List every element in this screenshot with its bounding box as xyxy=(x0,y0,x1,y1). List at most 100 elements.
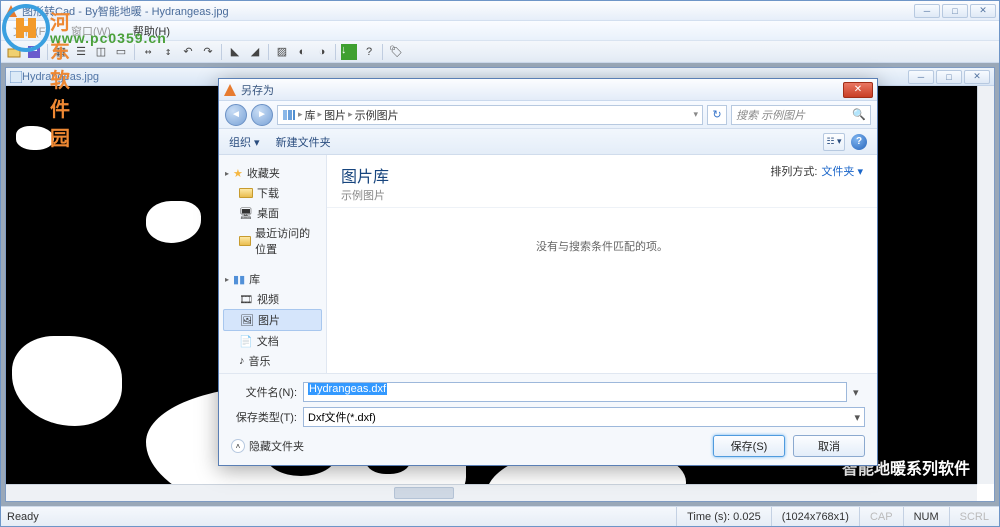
main-title-text: 图形转Cad - By智能地暖 - Hydrangeas.jpg xyxy=(22,3,914,19)
dialog-sidebar: ▸★收藏夹 下载 🖥桌面 最近访问的位置 ▸▮▮库 🎞视频 🖼图片 📄文档 ♪音… xyxy=(219,155,327,373)
save-icon[interactable] xyxy=(25,43,43,61)
library-icon xyxy=(282,109,296,121)
save-as-dialog: 另存为 ✕ ◄ ► ▸ 库 ▸ 图片 ▸ 示例图片 ▾ ↻ 搜索 示例图片 🔍 … xyxy=(218,78,878,466)
dialog-help-button[interactable]: ? xyxy=(851,134,867,150)
brightness-icon[interactable]: ◐ xyxy=(293,43,311,61)
select-icon[interactable]: ▭ xyxy=(112,43,130,61)
menu-file[interactable]: 文件(F) xyxy=(7,22,55,40)
breadcrumb-sep: ▸ xyxy=(298,109,303,120)
organize-menu[interactable]: 组织 ▾ xyxy=(229,134,260,150)
dialog-body: ▸★收藏夹 下载 🖥桌面 最近访问的位置 ▸▮▮库 🎞视频 🖼图片 📄文档 ♪音… xyxy=(219,155,877,373)
sort-label: 排列方式: xyxy=(770,163,817,179)
breadcrumb-sep: ▸ xyxy=(348,109,353,120)
flip-h-icon[interactable]: ◫ xyxy=(92,43,110,61)
nav-back-button[interactable]: ◄ xyxy=(225,104,247,126)
breadcrumb[interactable]: ▸ 库 ▸ 图片 ▸ 示例图片 ▾ xyxy=(277,105,703,125)
horizontal-scrollbar[interactable] xyxy=(6,484,977,501)
sort-value[interactable]: 文件夹 ▾ xyxy=(821,163,863,179)
rotate-ccw-icon[interactable]: ↶ xyxy=(179,43,197,61)
main-maximize-button[interactable]: □ xyxy=(942,4,968,18)
triangle-down-right-icon[interactable]: ◢ xyxy=(246,43,264,61)
folder-icon xyxy=(239,188,253,198)
toolbar-separator xyxy=(47,44,48,60)
hide-folders-toggle[interactable]: ˄ 隐藏文件夹 xyxy=(231,438,304,454)
new-folder-button[interactable]: 新建文件夹 xyxy=(276,134,331,150)
desktop-icon: 🖥 xyxy=(239,207,253,220)
hatch-icon[interactable]: ▨ xyxy=(273,43,291,61)
video-icon: 🎞 xyxy=(239,293,253,306)
sidebar-item-music[interactable]: ♪音乐 xyxy=(223,351,322,371)
list-icon[interactable]: ☰ xyxy=(72,43,90,61)
cancel-button[interactable]: 取消 xyxy=(793,435,865,457)
arrows-h-icon[interactable]: ↔ xyxy=(139,43,157,61)
search-icon: 🔍 xyxy=(852,108,866,121)
filename-input[interactable]: Hydrangeas.dxf xyxy=(303,382,847,402)
star-icon: ★ xyxy=(233,167,243,180)
status-cap: CAP xyxy=(859,507,903,526)
sidebar-favorites-header[interactable]: ▸★收藏夹 xyxy=(223,163,322,183)
library-header: 图片库 示例图片 排列方式: 文件夹 ▾ xyxy=(327,155,877,208)
filetype-combo[interactable]: Dxf文件(*.dxf) ▾ xyxy=(303,407,865,427)
folder-icon xyxy=(239,236,251,246)
breadcrumb-dropdown-icon[interactable]: ▾ xyxy=(693,109,698,120)
contrast-icon[interactable]: ◑ xyxy=(313,43,331,61)
dialog-icon xyxy=(223,83,237,97)
library-subtitle: 示例图片 xyxy=(341,187,389,203)
nav-forward-button[interactable]: ► xyxy=(251,104,273,126)
arrows-v-icon[interactable]: ↕ xyxy=(159,43,177,61)
picture-icon: 🖼 xyxy=(240,314,254,327)
filename-dropdown-icon[interactable]: ▾ xyxy=(853,386,865,399)
status-bar: Ready Time (s): 0.025 (1024x768x1) CAP N… xyxy=(1,506,999,526)
sidebar-item-desktop[interactable]: 🖥桌面 xyxy=(223,203,322,223)
image-blob xyxy=(12,336,122,426)
sidebar-item-pictures[interactable]: 🖼图片 xyxy=(223,309,322,331)
sidebar-libraries-header[interactable]: ▸▮▮库 xyxy=(223,269,322,289)
image-blob xyxy=(16,126,54,150)
breadcrumb-part[interactable]: 图片 xyxy=(324,107,346,123)
open-icon[interactable] xyxy=(5,43,23,61)
tag-icon[interactable]: 🏷 xyxy=(387,43,405,61)
doc-maximize-button[interactable]: □ xyxy=(936,70,962,84)
filetype-label: 保存类型(T): xyxy=(231,409,297,425)
status-dimensions: (1024x768x1) xyxy=(771,507,859,526)
search-placeholder: 搜索 示例图片 xyxy=(736,107,805,123)
app-icon xyxy=(4,4,18,18)
triangle-down-left-icon[interactable]: ◣ xyxy=(226,43,244,61)
scrollbar-thumb[interactable] xyxy=(394,487,454,499)
dialog-bottom-panel: 文件名(N): Hydrangeas.dxf ▾ 保存类型(T): Dxf文件(… xyxy=(219,373,877,465)
filename-label: 文件名(N): xyxy=(231,384,297,400)
view-mode-button[interactable]: ☷ ▾ xyxy=(823,133,845,151)
dialog-close-button[interactable]: ✕ xyxy=(843,82,873,98)
menu-help[interactable]: 帮助(H) xyxy=(127,22,176,40)
toolbar-separator xyxy=(268,44,269,60)
breadcrumb-part[interactable]: 库 xyxy=(305,107,316,123)
toolbar-separator xyxy=(134,44,135,60)
main-title-bar: 图形转Cad - By智能地暖 - Hydrangeas.jpg ─ □ ✕ xyxy=(1,1,999,21)
sidebar-item-recent[interactable]: 最近访问的位置 xyxy=(223,223,322,259)
export-icon[interactable]: ↓ xyxy=(340,43,358,61)
doc-minimize-button[interactable]: ─ xyxy=(908,70,934,84)
help-icon[interactable]: ? xyxy=(360,43,378,61)
image-file-icon xyxy=(10,71,22,83)
search-input[interactable]: 搜索 示例图片 🔍 xyxy=(731,105,871,125)
main-close-button[interactable]: ✕ xyxy=(970,4,996,18)
rotate-cw-icon[interactable]: ↷ xyxy=(199,43,217,61)
main-minimize-button[interactable]: ─ xyxy=(914,4,940,18)
sort-control[interactable]: 排列方式: 文件夹 ▾ xyxy=(770,163,863,179)
doc-close-button[interactable]: ✕ xyxy=(964,70,990,84)
empty-results-message: 没有与搜索条件匹配的项。 xyxy=(327,208,877,373)
dialog-main-pane: 图片库 示例图片 排列方式: 文件夹 ▾ 没有与搜索条件匹配的项。 xyxy=(327,155,877,373)
grid-icon[interactable]: ▦ xyxy=(52,43,70,61)
dialog-nav-bar: ◄ ► ▸ 库 ▸ 图片 ▸ 示例图片 ▾ ↻ 搜索 示例图片 🔍 xyxy=(219,101,877,129)
save-button[interactable]: 保存(S) xyxy=(713,435,785,457)
menu-bar: 文件(F) 窗口(W) 帮助(H) xyxy=(1,21,999,41)
sidebar-item-downloads[interactable]: 下载 xyxy=(223,183,322,203)
sidebar-item-documents[interactable]: 📄文档 xyxy=(223,331,322,351)
menu-window[interactable]: 窗口(W) xyxy=(65,22,117,40)
sidebar-item-videos[interactable]: 🎞视频 xyxy=(223,289,322,309)
breadcrumb-part[interactable]: 示例图片 xyxy=(355,107,399,123)
vertical-scrollbar[interactable] xyxy=(977,86,994,484)
library-icon: ▮▮ xyxy=(233,273,245,286)
toolbar-separator xyxy=(335,44,336,60)
refresh-button[interactable]: ↻ xyxy=(707,105,727,125)
